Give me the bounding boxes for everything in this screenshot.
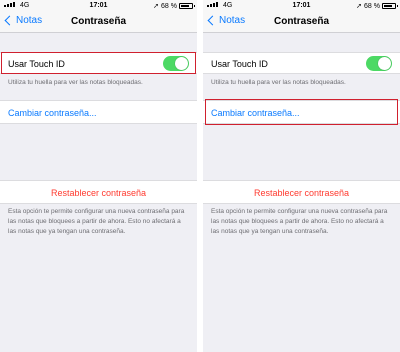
screen-touch-id-highlight: 4G 17:01 ➚ 68 % Notas Contraseña Usar To… [0,0,197,352]
page-title: Contraseña [70,16,126,27]
status-bar: 4G 17:01 ➚ 68 % [203,0,400,12]
touch-id-label: Usar Touch ID [8,59,65,69]
change-password-link[interactable]: Cambiar contraseña... [8,108,97,118]
touch-id-row: Usar Touch ID [203,52,400,74]
reset-password-button[interactable]: Restablecer contraseña [203,188,400,198]
reset-password-row[interactable]: Restablecer contraseña [0,180,197,204]
touch-id-toggle[interactable] [366,56,392,71]
reset-password-footnote: Esta opción te permite configurar una nu… [211,208,388,235]
navigation-bar: Notas Contraseña [203,12,400,33]
toggle-knob [378,57,391,70]
touch-id-footnote: Utiliza tu huella para ver las notas blo… [8,79,143,86]
change-password-link[interactable]: Cambiar contraseña... [211,108,300,118]
navigation-bar: Notas Contraseña [0,12,197,33]
page-title: Contraseña [273,16,329,27]
touch-id-toggle[interactable] [163,56,189,71]
location-icon: ➚ [356,3,363,10]
location-icon: ➚ [153,3,160,10]
status-right: ➚ 68 % [356,2,398,10]
reset-password-row[interactable]: Restablecer contraseña [203,180,400,204]
status-bar: 4G 17:01 ➚ 68 % [0,0,197,12]
battery-icon [179,3,195,9]
toggle-knob [175,57,188,70]
touch-id-footnote: Utiliza tu huella para ver las notas blo… [211,79,346,86]
change-password-row[interactable]: Cambiar contraseña... [203,100,400,124]
screenshots: 4G 17:01 ➚ 68 % Notas Contraseña Usar To… [0,0,400,352]
touch-id-row: Usar Touch ID [0,52,197,74]
screen-change-password-highlight: 4G 17:01 ➚ 68 % Notas Contraseña Usar To… [203,0,400,352]
reset-password-footnote: Esta opción te permite configurar una nu… [8,208,185,235]
battery-icon [382,3,398,9]
touch-id-label: Usar Touch ID [211,59,268,69]
reset-password-button[interactable]: Restablecer contraseña [0,188,197,198]
battery-percent: 68 % [161,2,177,10]
change-password-row[interactable]: Cambiar contraseña... [0,100,197,124]
status-right: ➚ 68 % [153,2,195,10]
battery-percent: 68 % [364,2,380,10]
